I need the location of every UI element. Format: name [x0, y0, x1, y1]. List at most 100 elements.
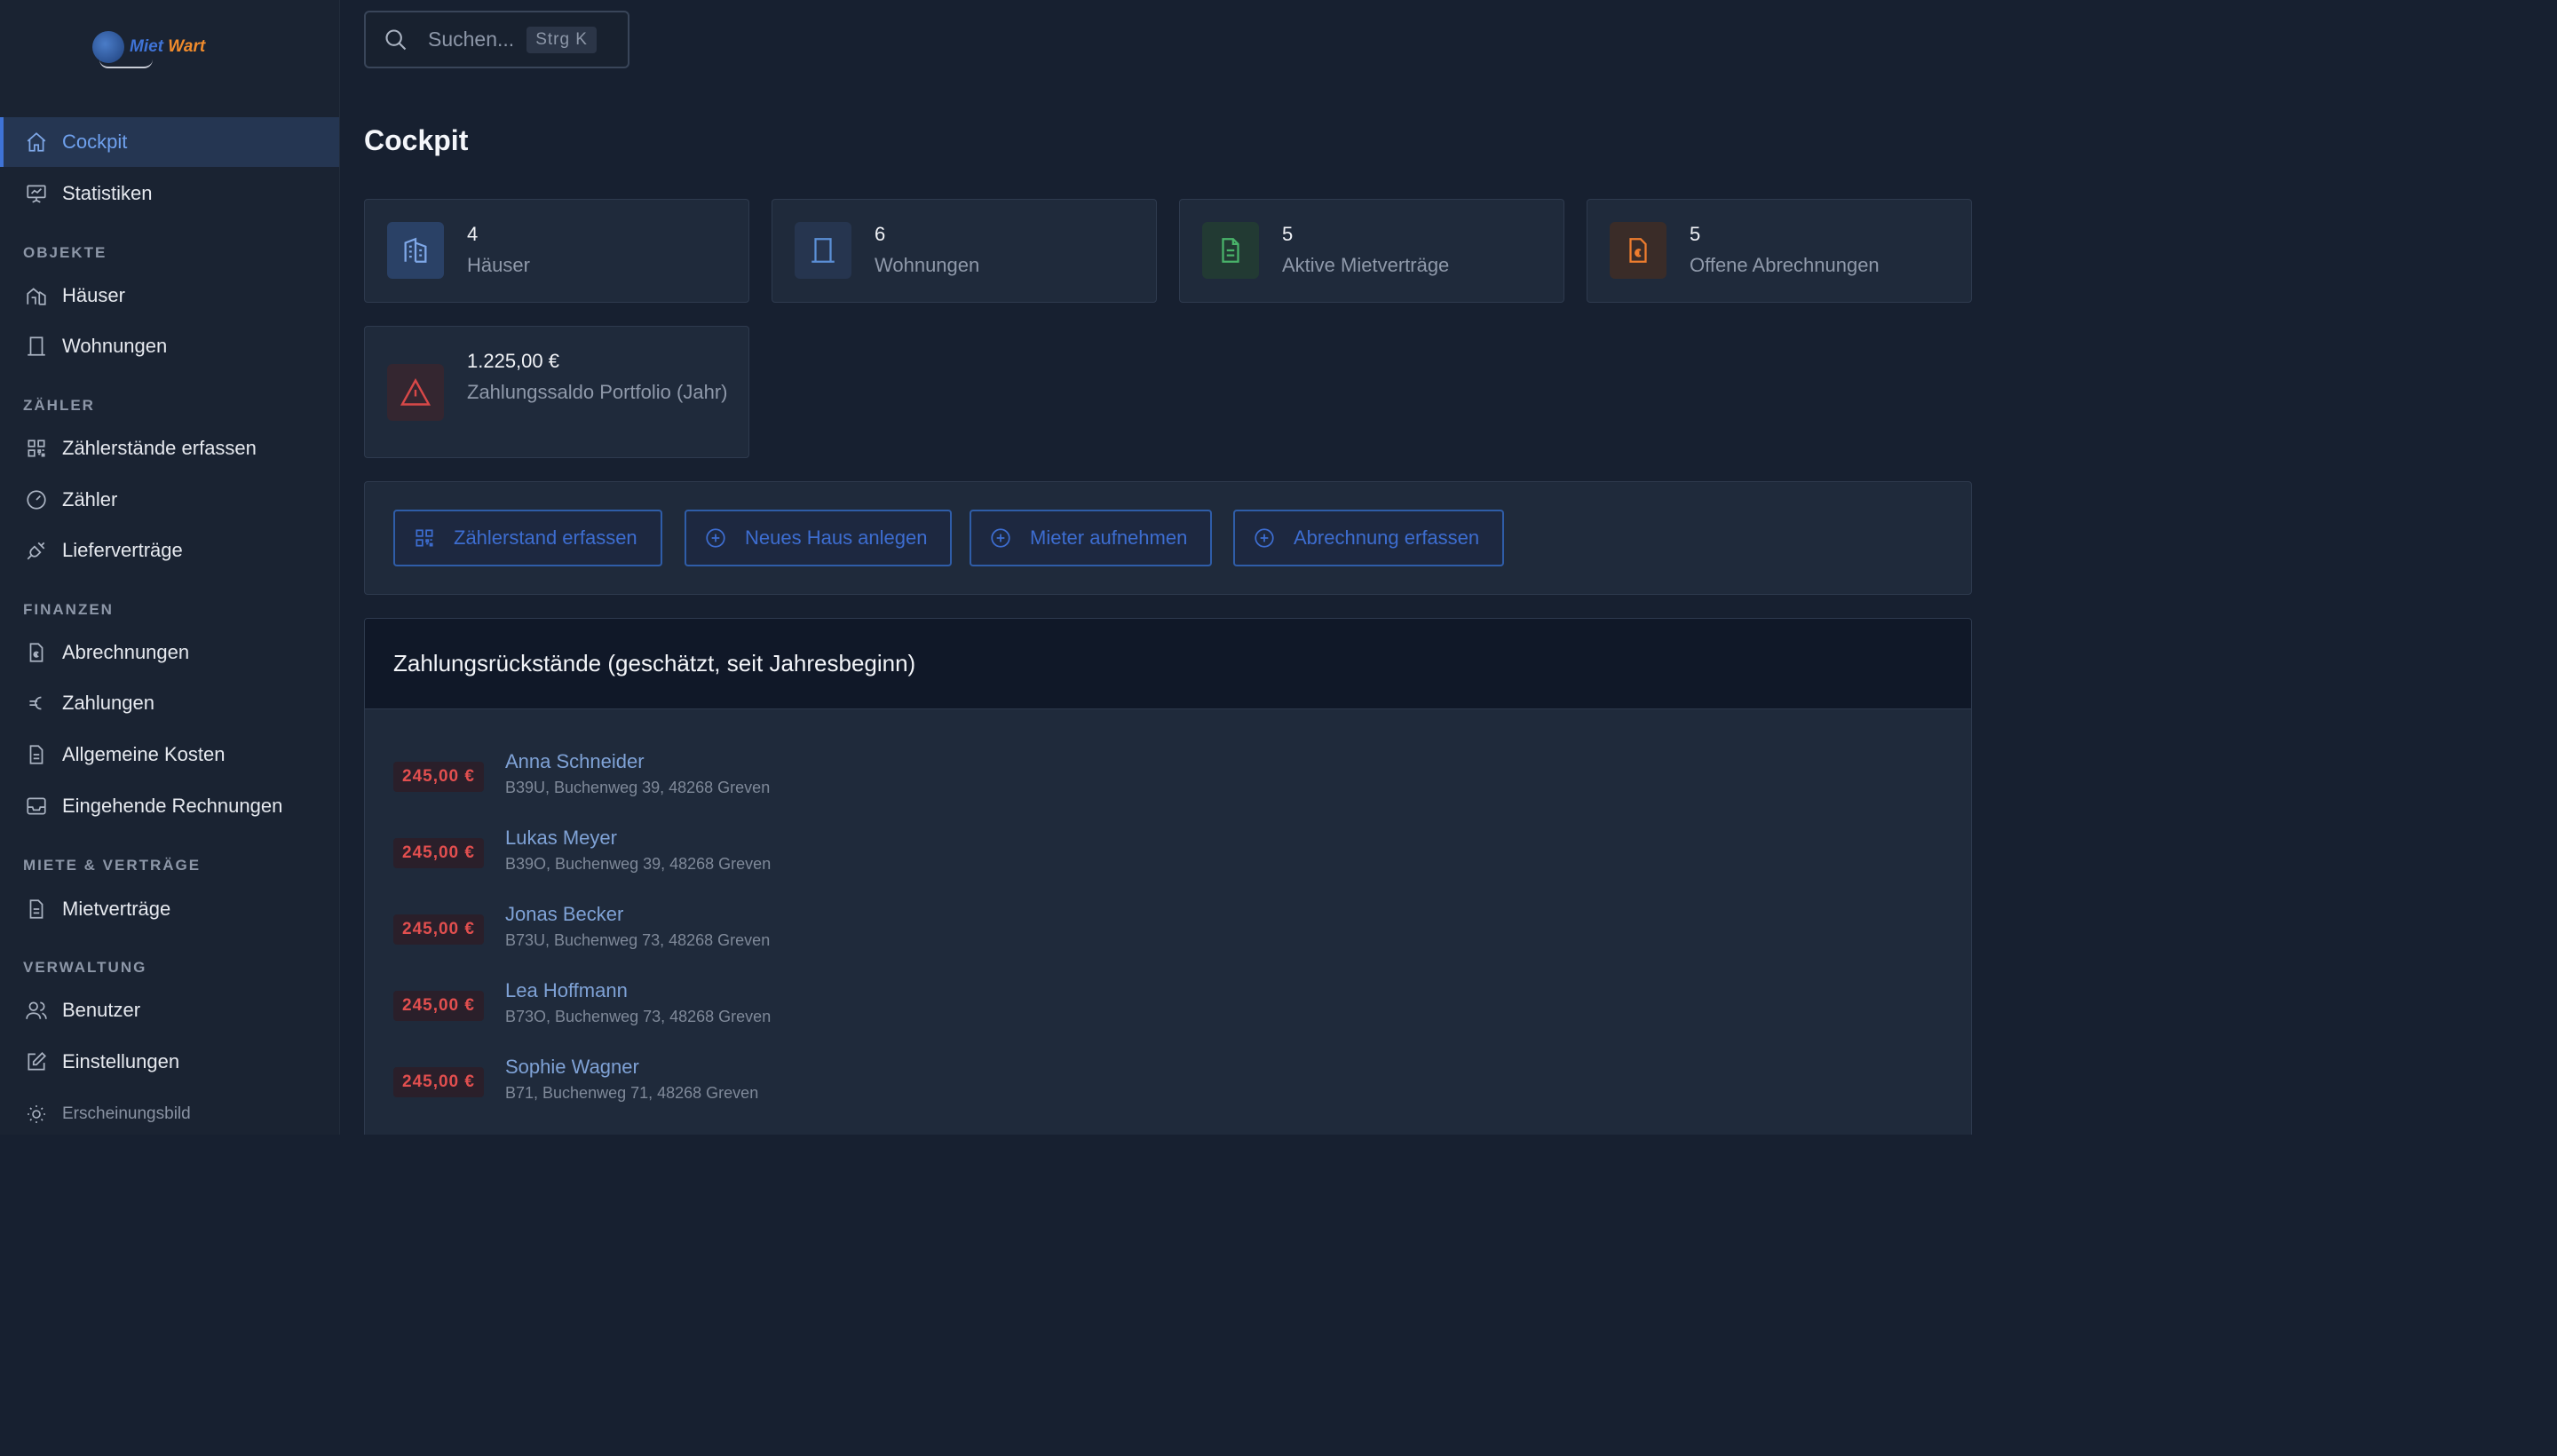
- list-item[interactable]: 245,00 € Anna Schneider B39U, Buchenweg …: [393, 750, 1903, 812]
- tenant-name-link[interactable]: Sophie Wagner: [505, 1056, 639, 1079]
- stat-label: Wohnungen: [875, 254, 980, 276]
- sidebar-item-benutzer[interactable]: Benutzer: [0, 985, 339, 1035]
- search-shortcut-badge: Strg K: [526, 26, 597, 53]
- tenant-name-link[interactable]: Anna Schneider: [505, 750, 645, 773]
- sidebar-item-zaehler[interactable]: Zähler: [0, 475, 339, 525]
- grid-icon: [413, 526, 438, 550]
- document-icon: [23, 741, 50, 768]
- sidebar-item-label: Mietverträge: [62, 898, 171, 920]
- sidebar-item-zaehlerstaende-erfassen[interactable]: Zählerstände erfassen: [0, 423, 339, 473]
- amount-badge: 245,00 €: [393, 762, 484, 792]
- list-item[interactable]: 245,00 € Lea Hoffmann B73O, Buchenweg 73…: [393, 979, 1903, 1041]
- mieter-aufnehmen-button[interactable]: Mieter aufnehmen: [970, 510, 1213, 566]
- stat-value: 6: [875, 223, 886, 245]
- abrechnung-erfassen-button[interactable]: Abrechnung erfassen: [1233, 510, 1505, 566]
- sidebar-item-zahlungen[interactable]: Zahlungen: [0, 678, 339, 728]
- door-icon: [795, 222, 851, 279]
- warning-icon: [387, 364, 444, 421]
- tenant-address: B73O, Buchenweg 73, 48268 Greven: [505, 1008, 772, 1025]
- tenant-address: B73U, Buchenweg 73, 48268 Greven: [505, 931, 771, 949]
- tenant-address: B39U, Buchenweg 39, 48268 Greven: [505, 779, 771, 796]
- appearance-label: Erscheinungsbild: [62, 1104, 191, 1123]
- section-label-zaehler: ZÄHLER: [23, 397, 95, 414]
- sidebar-item-label: Statistiken: [62, 182, 153, 204]
- tenant-address: B71, Buchenweg 71, 48268 Greven: [505, 1084, 759, 1102]
- search-input[interactable]: Suchen... Strg K: [364, 11, 629, 68]
- sidebar-item-label: Zahlungen: [62, 692, 154, 714]
- amount-badge: 245,00 €: [393, 991, 484, 1021]
- list-item[interactable]: 245,00 € Sophie Wagner B71, Buchenweg 71…: [393, 1056, 1903, 1118]
- building-icon: [387, 222, 444, 279]
- logo-text: Miet Wart: [130, 37, 206, 56]
- tenant-address: B39O, Buchenweg 39, 48268 Greven: [505, 855, 772, 873]
- sidebar-item-cockpit[interactable]: Cockpit: [0, 117, 339, 167]
- sidebar-item-mietvertraege[interactable]: Mietverträge: [0, 884, 339, 934]
- arrears-title: Zahlungsrückstände (geschätzt, seit Jahr…: [365, 619, 1971, 709]
- sidebar-item-eingehende-rechnungen[interactable]: Eingehende Rechnungen: [0, 781, 339, 831]
- zaehlerstand-erfassen-button[interactable]: Zählerstand erfassen: [393, 510, 662, 566]
- sidebar-item-label: Einstellungen: [62, 1050, 180, 1072]
- inbox-icon: [23, 793, 50, 819]
- users-icon: [23, 997, 50, 1024]
- sun-icon: [23, 1101, 50, 1128]
- arrears-panel: Zahlungsrückstände (geschätzt, seit Jahr…: [364, 618, 1972, 1135]
- plus-circle-icon: [704, 526, 729, 550]
- sidebar-item-statistiken[interactable]: Statistiken: [0, 169, 339, 218]
- quick-actions-panel: Zählerstand erfassen Neues Haus anlegen …: [364, 481, 1972, 595]
- stat-card-haeuser[interactable]: 4 Häuser: [364, 199, 749, 303]
- button-label: Abrechnung erfassen: [1294, 526, 1480, 549]
- document-icon: [1202, 222, 1259, 279]
- list-item[interactable]: 245,00 € Lukas Meyer B39O, Buchenweg 39,…: [393, 827, 1903, 889]
- button-label: Neues Haus anlegen: [745, 526, 928, 549]
- sidebar-item-label: Allgemeine Kosten: [62, 743, 226, 765]
- sidebar-item-label: Zählerstände erfassen: [62, 437, 257, 459]
- stat-value: 4: [467, 223, 479, 245]
- sidebar-item-label: Cockpit: [62, 131, 128, 153]
- stat-card-offene-abrechnungen[interactable]: 5 Offene Abrechnungen: [1587, 199, 1972, 303]
- sidebar-item-allgemeine-kosten[interactable]: Allgemeine Kosten: [0, 730, 339, 779]
- page-title: Cockpit: [364, 124, 469, 156]
- section-label-objekte: OBJEKTE: [23, 244, 107, 261]
- euro-document-icon: [1610, 222, 1666, 279]
- edit-icon: [23, 1048, 50, 1075]
- tenant-name-link[interactable]: Lukas Meyer: [505, 827, 617, 850]
- sidebar-item-label: Benutzer: [62, 999, 141, 1021]
- amount-badge: 245,00 €: [393, 838, 484, 868]
- house-icon: [23, 282, 50, 309]
- appearance-toggle[interactable]: Erscheinungsbild: [0, 1089, 339, 1139]
- stat-card-wohnungen[interactable]: 6 Wohnungen: [772, 199, 1157, 303]
- sidebar-item-label: Häuser: [62, 284, 125, 306]
- sidebar-item-wohnungen[interactable]: Wohnungen: [0, 321, 339, 371]
- sidebar-item-label: Wohnungen: [62, 335, 168, 357]
- sidebar-item-label: Zähler: [62, 488, 118, 510]
- stat-card-zahlungssaldo[interactable]: 1.225,00 € Zahlungssaldo Portfolio (Jahr…: [364, 326, 749, 458]
- stat-label: Offene Abrechnungen: [1690, 254, 1880, 276]
- sidebar-item-liefervertraege[interactable]: Lieferverträge: [0, 526, 339, 575]
- sidebar-item-einstellungen[interactable]: Einstellungen: [0, 1037, 339, 1087]
- sidebar-item-abrechnungen[interactable]: Abrechnungen: [0, 628, 339, 677]
- tenant-name-link[interactable]: Jonas Becker: [505, 903, 623, 926]
- home-icon: [23, 129, 50, 155]
- stat-card-aktive-mietvertraege[interactable]: 5 Aktive Mietverträge: [1179, 199, 1564, 303]
- list-item[interactable]: 245,00 € Jonas Becker B73U, Buchenweg 73…: [393, 903, 1903, 965]
- grid-icon: [23, 435, 50, 462]
- button-label: Zählerstand erfassen: [454, 526, 637, 549]
- document-icon: [23, 896, 50, 922]
- tenant-name-link[interactable]: Lea Hoffmann: [505, 979, 628, 1002]
- door-icon: [23, 333, 50, 360]
- plug-icon: [23, 537, 50, 564]
- euro-icon: [23, 690, 50, 716]
- stat-label: Aktive Mietverträge: [1282, 254, 1450, 276]
- neues-haus-anlegen-button[interactable]: Neues Haus anlegen: [685, 510, 953, 566]
- search-placeholder: Suchen...: [428, 28, 515, 51]
- button-label: Mieter aufnehmen: [1030, 526, 1188, 549]
- app-logo[interactable]: Miet Wart: [92, 25, 217, 69]
- plus-circle-icon: [1253, 526, 1278, 550]
- sidebar-item-haeuser[interactable]: Häuser: [0, 271, 339, 320]
- logo-mark-icon: [92, 31, 153, 68]
- search-icon: [384, 26, 412, 54]
- stat-value: 5: [1282, 223, 1294, 245]
- stat-label: Zahlungssaldo Portfolio (Jahr): [467, 381, 728, 403]
- euro-document-icon: [23, 639, 50, 666]
- sidebar-item-label: Lieferverträge: [62, 539, 183, 561]
